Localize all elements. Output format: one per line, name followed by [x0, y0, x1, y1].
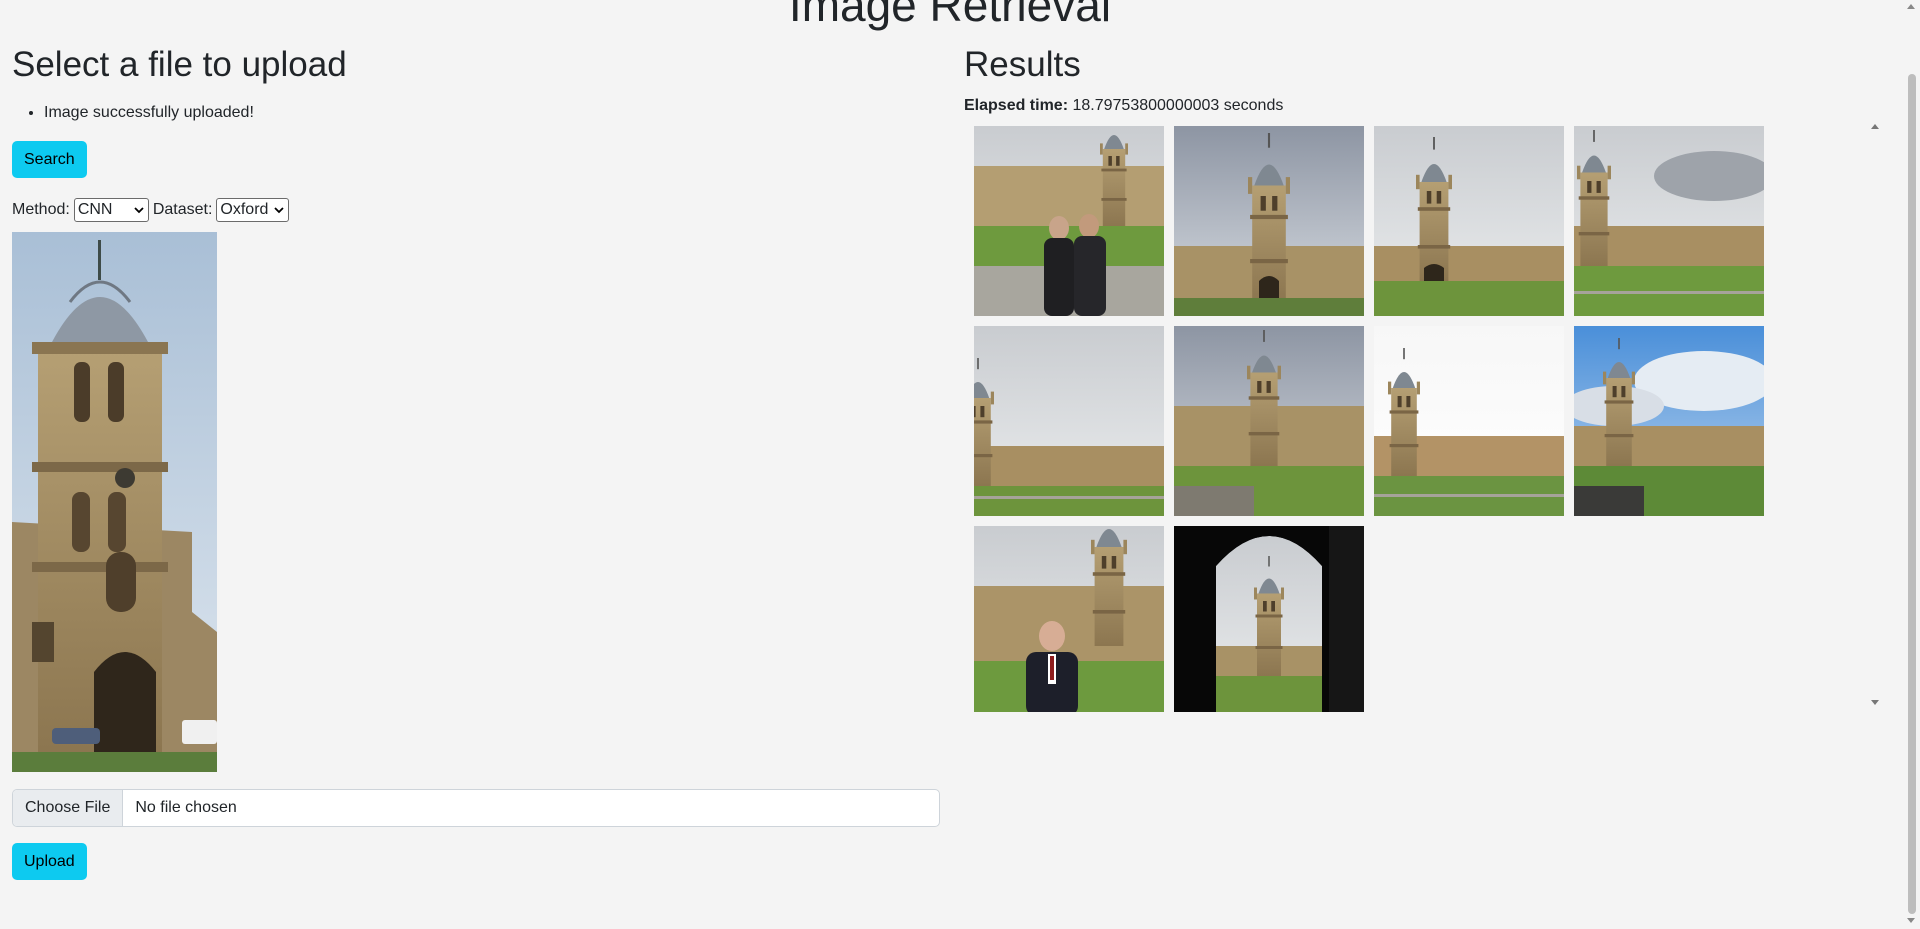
result-image[interactable]: [974, 326, 1164, 516]
scroll-up-icon[interactable]: [1907, 4, 1915, 9]
flash-messages: Image successfully uploaded!: [12, 102, 940, 124]
scroll-down-icon[interactable]: [1907, 918, 1915, 923]
dataset-label: Dataset:: [152, 201, 213, 218]
result-image[interactable]: [1174, 326, 1364, 516]
scroll-down-icon[interactable]: [1871, 700, 1879, 705]
upload-button[interactable]: Upload: [12, 843, 87, 880]
file-status: No file chosen: [135, 799, 237, 816]
choose-file-button[interactable]: Choose File: [13, 790, 124, 826]
method-select[interactable]: CNN: [73, 198, 149, 222]
flash-message: Image successfully uploaded!: [44, 102, 940, 124]
results-heading: Results: [964, 45, 1081, 84]
method-label: Method:: [12, 201, 70, 218]
chevron-down-icon: [274, 207, 285, 214]
result-image[interactable]: [1374, 126, 1564, 316]
result-image[interactable]: [1374, 326, 1564, 516]
query-image: [12, 232, 217, 772]
chevron-down-icon: [134, 207, 144, 214]
search-button[interactable]: Search: [12, 141, 87, 178]
result-image[interactable]: [1174, 526, 1364, 712]
upload-heading: Select a file to upload: [12, 45, 347, 84]
page-scrollbar-thumb[interactable]: [1908, 74, 1916, 914]
page-scrollbar[interactable]: [1903, 0, 1920, 929]
results-scroll-area[interactable]: [964, 118, 1884, 712]
elapsed-value: 18.79753800000003 seconds: [1072, 97, 1284, 114]
result-image[interactable]: [974, 126, 1164, 316]
result-image[interactable]: [1574, 126, 1764, 316]
app-title: Image Retrieval: [788, 0, 1112, 31]
elapsed-time: Elapsed time: 18.79753800000003 seconds: [964, 96, 1884, 116]
result-image[interactable]: [1174, 126, 1364, 316]
results-panel: Results Elapsed time: 18.79753800000003 …: [964, 44, 1884, 712]
scroll-up-icon[interactable]: [1871, 124, 1879, 129]
elapsed-label: Elapsed time:: [964, 97, 1069, 114]
method-value: CNN: [77, 201, 113, 218]
upload-panel: Select a file to upload Image successful…: [12, 44, 940, 880]
search-options: Method: CNN Dataset: Oxford: [12, 197, 940, 223]
results-grid: [974, 126, 1784, 712]
file-input[interactable]: Choose File No file chosen: [12, 789, 940, 827]
result-image[interactable]: [1574, 326, 1764, 516]
dataset-select[interactable]: Oxford: [216, 198, 290, 222]
results-scrollbar[interactable]: [1868, 118, 1882, 712]
result-image[interactable]: [974, 526, 1164, 712]
dataset-value: Oxford: [220, 201, 269, 218]
